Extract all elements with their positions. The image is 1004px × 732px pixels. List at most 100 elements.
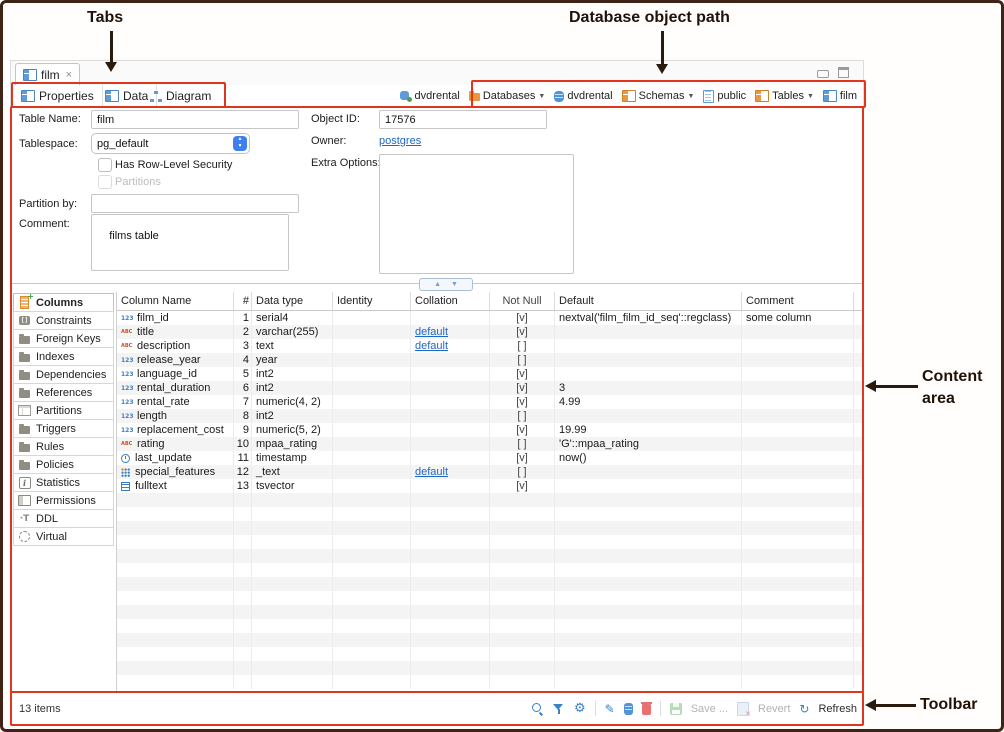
cell-comment[interactable] <box>742 395 854 409</box>
cell-collation[interactable] <box>411 423 490 437</box>
cell-ordinal[interactable]: 2 <box>234 325 252 339</box>
cell-column-name[interactable]: language_id <box>117 367 234 381</box>
cell-column-name[interactable]: replacement_cost <box>117 423 234 437</box>
table-row-fulltext[interactable]: fulltext13tsvector[v] <box>117 479 863 493</box>
cell-comment[interactable] <box>742 339 854 353</box>
table-row-rating[interactable]: rating10mpaa_rating[ ]'G'::mpaa_rating <box>117 437 863 451</box>
cell-default[interactable] <box>555 353 742 367</box>
gear-icon[interactable]: ⚙ <box>574 702 586 715</box>
cell-not-null-checkbox[interactable]: [v] <box>490 367 555 381</box>
breadcrumb-item-public[interactable]: public <box>703 90 746 103</box>
cell-collation[interactable] <box>411 353 490 367</box>
header-not-null[interactable]: Not Null <box>490 292 555 310</box>
cell-not-null-checkbox[interactable]: [ ] <box>490 465 555 479</box>
cell-ordinal[interactable]: 3 <box>234 339 252 353</box>
cell-identity[interactable] <box>333 423 411 437</box>
save-button[interactable]: Save ... <box>691 703 728 715</box>
cell-collation[interactable] <box>411 479 490 493</box>
table-row-rental_duration[interactable]: rental_duration6int2[v]3 <box>117 381 863 395</box>
cell-comment[interactable] <box>742 367 854 381</box>
breadcrumb-item-databases[interactable]: Databases ▼ <box>469 90 546 102</box>
collation-default-link[interactable]: default <box>415 466 448 478</box>
cell-comment[interactable] <box>742 465 854 479</box>
cell-column-name[interactable]: rental_duration <box>117 381 234 395</box>
cell-collation[interactable] <box>411 311 490 325</box>
sidebar-item-references[interactable]: References <box>13 383 114 402</box>
cell-default[interactable]: 'G'::mpaa_rating <box>555 437 742 451</box>
breadcrumb-item-film[interactable]: film <box>823 90 857 102</box>
delete-icon[interactable] <box>642 704 651 715</box>
cell-collation[interactable]: default <box>411 325 490 339</box>
cell-identity[interactable] <box>333 339 411 353</box>
cell-data-type[interactable]: serial4 <box>252 311 333 325</box>
owner-link[interactable]: postgres <box>379 135 421 147</box>
partitions-checkbox[interactable] <box>98 175 112 189</box>
cell-data-type[interactable]: _text <box>252 465 333 479</box>
cell-column-name[interactable]: rating <box>117 437 234 451</box>
cell-column-name[interactable]: title <box>117 325 234 339</box>
collapse-up-icon[interactable]: ▲ <box>434 281 441 288</box>
sidebar-item-columns[interactable]: Columns <box>13 293 114 312</box>
sidebar-item-foreign-keys[interactable]: Foreign Keys <box>13 329 114 348</box>
tab-diagram[interactable]: Diagram <box>142 85 219 107</box>
cell-data-type[interactable]: numeric(5, 2) <box>252 423 333 437</box>
cell-collation[interactable]: default <box>411 465 490 479</box>
extra-options-textarea[interactable] <box>379 154 574 274</box>
cell-comment[interactable] <box>742 437 854 451</box>
object-id-input[interactable]: 17576 <box>379 110 547 129</box>
cell-comment[interactable] <box>742 409 854 423</box>
cell-not-null-checkbox[interactable]: [ ] <box>490 353 555 367</box>
cell-data-type[interactable]: timestamp <box>252 451 333 465</box>
cell-identity[interactable] <box>333 451 411 465</box>
cell-comment[interactable] <box>742 325 854 339</box>
cell-collation[interactable] <box>411 451 490 465</box>
cell-not-null-checkbox[interactable]: [ ] <box>490 437 555 451</box>
cell-data-type[interactable]: int2 <box>252 409 333 423</box>
breadcrumb-item-tables[interactable]: Tables ▼ <box>755 90 814 102</box>
cell-default[interactable] <box>555 325 742 339</box>
cell-identity[interactable] <box>333 465 411 479</box>
table-row-length[interactable]: length8int2[ ] <box>117 409 863 423</box>
cell-default[interactable] <box>555 479 742 493</box>
sidebar-item-constraints[interactable]: []Constraints <box>13 311 114 330</box>
edit-pencil-icon[interactable]: ✎ <box>605 703 615 715</box>
cell-identity[interactable] <box>333 353 411 367</box>
table-row-title[interactable]: title2varchar(255)default[v] <box>117 325 863 339</box>
header-number[interactable]: # <box>234 292 252 310</box>
table-row-rental_rate[interactable]: rental_rate7numeric(4, 2)[v]4.99 <box>117 395 863 409</box>
filter-icon[interactable] <box>553 703 565 715</box>
header-comment[interactable]: Comment <box>742 292 854 310</box>
cell-identity[interactable] <box>333 479 411 493</box>
sidebar-item-virtual[interactable]: Virtual <box>13 527 114 546</box>
sidebar-item-partitions[interactable]: Partitions <box>13 401 114 420</box>
cell-default[interactable]: 3 <box>555 381 742 395</box>
cell-column-name[interactable]: film_id <box>117 311 234 325</box>
cell-ordinal[interactable]: 11 <box>234 451 252 465</box>
cell-collation[interactable] <box>411 367 490 381</box>
splitter-handle[interactable]: ▲ ▼ <box>419 278 473 291</box>
cell-default[interactable] <box>555 465 742 479</box>
cell-column-name[interactable]: last_update <box>117 451 234 465</box>
cell-default[interactable] <box>555 367 742 381</box>
cell-collation[interactable] <box>411 437 490 451</box>
minimize-icon[interactable] <box>817 70 829 78</box>
tab-properties[interactable]: Properties <box>13 85 103 107</box>
cell-column-name[interactable]: special_features <box>117 465 234 479</box>
table-row-language_id[interactable]: language_id5int2[v] <box>117 367 863 381</box>
header-identity[interactable]: Identity <box>333 292 411 310</box>
table-row-description[interactable]: description3textdefault[ ] <box>117 339 863 353</box>
table-row-last_update[interactable]: last_update11timestamp[v]now() <box>117 451 863 465</box>
cell-ordinal[interactable]: 6 <box>234 381 252 395</box>
sidebar-item-triggers[interactable]: Triggers <box>13 419 114 438</box>
cell-ordinal[interactable]: 9 <box>234 423 252 437</box>
cell-collation[interactable]: default <box>411 339 490 353</box>
collation-default-link[interactable]: default <box>415 340 448 352</box>
cell-collation[interactable] <box>411 395 490 409</box>
partition-by-input[interactable] <box>91 194 299 213</box>
cell-not-null-checkbox[interactable]: [v] <box>490 423 555 437</box>
cell-identity[interactable] <box>333 367 411 381</box>
row-level-security-checkbox[interactable] <box>98 158 112 172</box>
header-data-type[interactable]: Data type <box>252 292 333 310</box>
sidebar-item-policies[interactable]: Policies <box>13 455 114 474</box>
refresh-button[interactable]: Refresh <box>818 703 857 715</box>
